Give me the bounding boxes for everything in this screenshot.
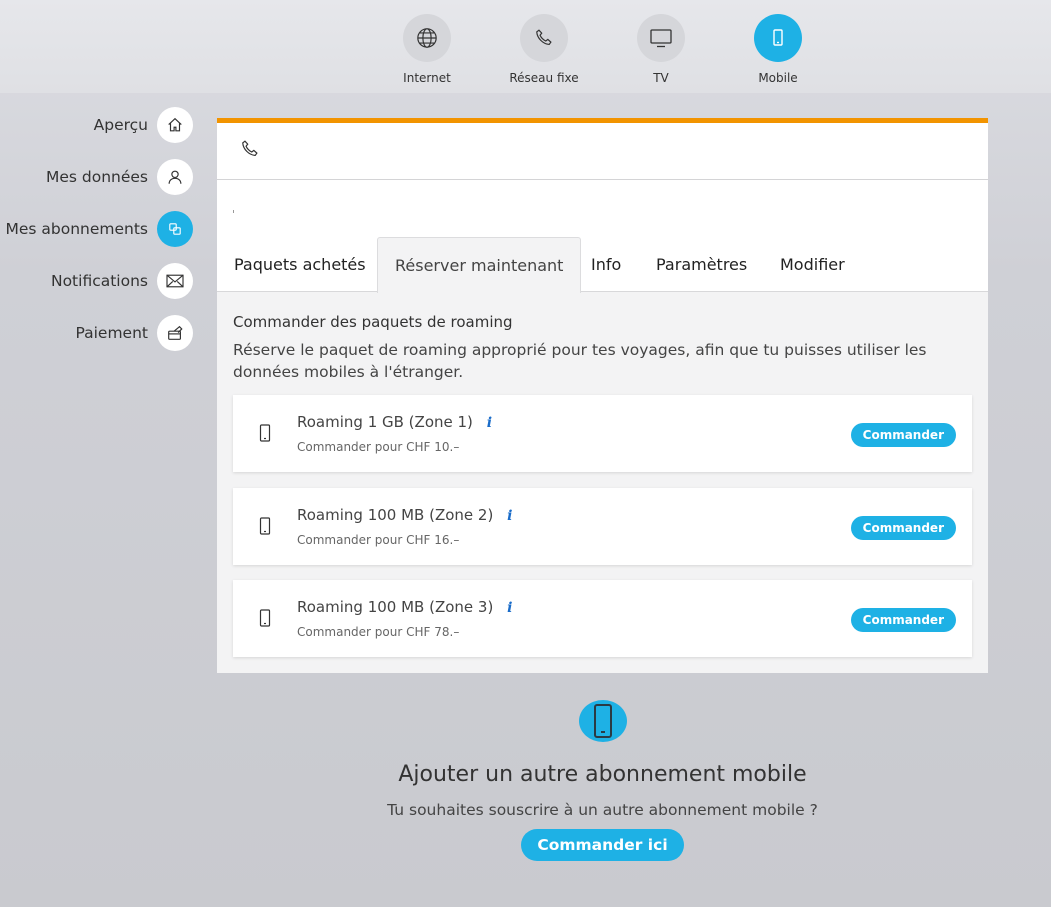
mobile-icon <box>259 608 271 632</box>
payment-icon <box>157 315 193 351</box>
mobile-icon <box>578 700 627 742</box>
globe-icon <box>403 14 451 62</box>
tab-parametres[interactable]: Paramètres <box>639 237 764 293</box>
package-price: Commander pour CHF 78.– <box>297 625 460 639</box>
phone-icon <box>239 138 261 164</box>
package-name-text: Roaming 100 MB (Zone 3) <box>297 598 494 616</box>
package-name: Roaming 1 GB (Zone 1) i <box>297 413 492 431</box>
sidebar-item-label: Mes données <box>45 168 148 186</box>
package-name: Roaming 100 MB (Zone 3) i <box>297 598 512 616</box>
sidebar-item-label: Paiement <box>75 324 148 342</box>
order-here-button[interactable]: Commander ici <box>521 829 684 861</box>
phone-icon <box>520 14 568 62</box>
sidebar-item-apercu[interactable]: Aperçu <box>94 106 193 144</box>
user-icon <box>157 159 193 195</box>
sidebar-item-label: Aperçu <box>93 116 148 134</box>
mobile-icon <box>259 516 271 540</box>
order-button[interactable]: Commander <box>850 608 956 632</box>
package-price: Commander pour CHF 10.– <box>297 440 460 454</box>
mobile-icon <box>754 14 802 62</box>
package-name-text: Roaming 100 MB (Zone 2) <box>297 506 494 524</box>
sidebar-item-mes-donnees[interactable]: Mes données <box>46 158 193 196</box>
sidebar-item-label: Notifications <box>50 272 148 290</box>
top-nav: Internet Réseau fixe TV Mobile <box>0 14 1051 94</box>
list-item: Roaming 1 GB (Zone 1) i Commander pour C… <box>233 395 972 472</box>
tv-icon <box>637 14 685 62</box>
top-nav-mobile[interactable]: Mobile <box>728 14 828 85</box>
package-price: Commander pour CHF 16.– <box>297 533 460 547</box>
order-button[interactable]: Commander <box>850 516 956 540</box>
tab-modifier[interactable]: Modifier <box>763 237 862 293</box>
info-icon[interactable]: i <box>507 508 512 524</box>
section-description: Réserve le paquet de roaming approprié p… <box>233 341 927 381</box>
subscription-card: Paquets achetés Réserver maintenant Info… <box>217 118 988 673</box>
tab-reserver-maintenant[interactable]: Réserver maintenant <box>377 237 582 293</box>
info-icon[interactable]: i <box>487 415 492 431</box>
tab-info[interactable]: Info <box>574 237 638 293</box>
add-subscription-section: Ajouter un autre abonnement mobile Tu so… <box>217 700 988 861</box>
add-subscription-title: Ajouter un autre abonnement mobile <box>398 762 807 787</box>
top-nav-label: Réseau fixe <box>509 71 579 85</box>
mobile-icon <box>259 423 271 447</box>
top-nav-label: Internet <box>403 71 451 85</box>
order-button[interactable]: Commander <box>850 423 956 447</box>
package-name: Roaming 100 MB (Zone 2) i <box>297 506 512 524</box>
top-nav-internet[interactable]: Internet <box>377 14 477 85</box>
top-nav-reseau-fixe[interactable]: Réseau fixe <box>494 14 594 85</box>
sidebar-item-label: Mes abonnements <box>5 220 148 238</box>
package-name-text: Roaming 1 GB (Zone 1) <box>297 413 473 431</box>
sidebar-item-paiement[interactable]: Paiement <box>75 314 193 352</box>
home-icon <box>157 107 193 143</box>
list-item: Roaming 100 MB (Zone 2) i Commander pour… <box>233 488 972 565</box>
subscriptions-icon <box>157 211 193 247</box>
add-subscription-description: Tu souhaites souscrire à un autre abonne… <box>387 801 818 819</box>
info-icon[interactable]: i <box>507 600 512 616</box>
top-nav-tv[interactable]: TV <box>611 14 711 85</box>
envelope-icon <box>157 263 193 299</box>
sidebar-item-mes-abonnements[interactable]: Mes abonnements <box>5 210 193 248</box>
list-item: Roaming 100 MB (Zone 3) i Commander pour… <box>233 580 972 657</box>
divider <box>233 210 234 213</box>
card-blank-area <box>217 180 988 237</box>
top-nav-label: Mobile <box>758 71 798 85</box>
sidebar-item-notifications[interactable]: Notifications <box>51 262 193 300</box>
top-nav-label: TV <box>653 71 669 85</box>
card-header <box>217 123 988 180</box>
section-title: Commander des paquets de roaming <box>233 313 513 331</box>
tab-paquets-achetes[interactable]: Paquets achetés <box>217 237 383 293</box>
tab-bar: Paquets achetés Réserver maintenant Info… <box>217 237 988 293</box>
